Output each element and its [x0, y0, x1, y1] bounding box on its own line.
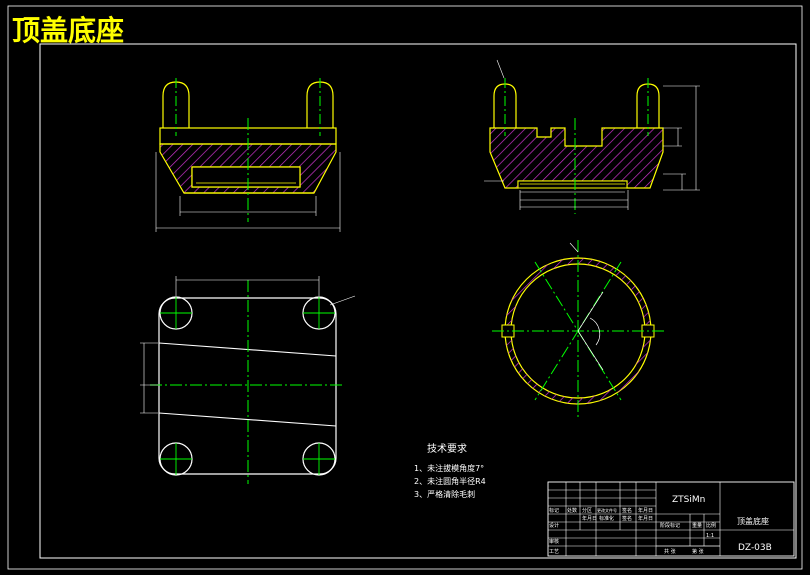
tb-label-date-3: 年月日 — [638, 515, 653, 522]
round-view — [492, 240, 664, 418]
tech-requirements-heading: 技术要求 — [427, 442, 467, 455]
tb-label-change-doc: 更改文件号 — [597, 507, 617, 513]
tb-label-sheet-no: 第 张 — [692, 548, 704, 555]
side-view — [484, 59, 700, 214]
side-view-section-hatch — [489, 127, 664, 189]
tb-label-zone: 分区 — [582, 507, 592, 514]
cad-drawing-canvas: 顶盖底座 技术要求 1、未注拔模角度7° 2、未注圆角半径R4 3、严格清除毛刺… — [7, 5, 803, 570]
tech-requirement-2: 2、未注圆角半径R4 — [414, 476, 486, 486]
drawing-title: 顶盖底座 — [12, 14, 124, 47]
tb-label-count: 处数 — [567, 507, 577, 514]
tb-label-date-2: 年月日 — [582, 515, 597, 522]
tb-label-sign-2: 签名 — [622, 515, 632, 522]
tb-label-stage-mark: 阶段标记 — [660, 522, 680, 529]
tb-label-review: 审核 — [549, 538, 559, 545]
front-view — [155, 78, 341, 232]
title-block-scale: 1:1 — [706, 533, 714, 539]
title-block-drawing-no: DZ-03B — [738, 543, 772, 553]
tb-label-sheet-total: 共 张 — [664, 548, 676, 555]
title-block-part-name: 顶盖底座 — [737, 516, 769, 526]
top-view — [140, 276, 356, 484]
tech-requirements: 技术要求 1、未注拔模角度7° 2、未注圆角半径R4 3、严格清除毛刺 — [414, 442, 486, 499]
title-block-material: ZTSiMn — [672, 495, 705, 505]
tb-label-mark: 标记 — [549, 507, 559, 514]
drawing-border-outer — [7, 5, 803, 570]
tb-label-date: 年月日 — [638, 507, 653, 514]
tb-label-sign: 签名 — [622, 507, 632, 514]
tb-label-ratio: 比例 — [706, 522, 716, 529]
tb-label-weight: 重量 — [692, 522, 702, 529]
tb-label-process: 工艺 — [549, 549, 559, 555]
tech-requirement-1: 1、未注拔模角度7° — [414, 463, 484, 473]
tb-label-standardize: 标准化 — [599, 515, 614, 522]
tech-requirement-3: 3、严格清除毛刺 — [414, 489, 475, 499]
tb-label-design: 设计 — [549, 522, 559, 529]
